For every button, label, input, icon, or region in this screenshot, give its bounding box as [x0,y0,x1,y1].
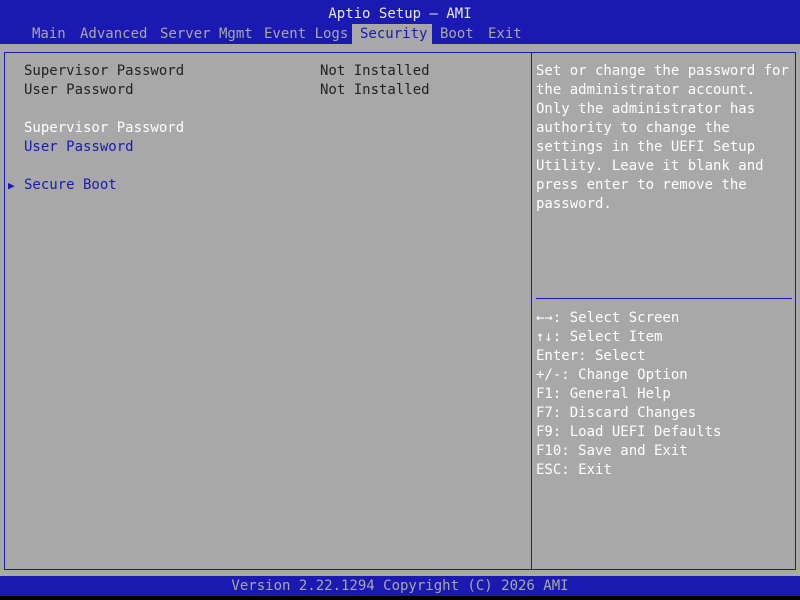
help-line: password. [536,196,612,212]
tab-advanced[interactable]: Advanced [72,24,155,44]
title-bar: Aptio Setup – AMI Main Advanced Server M… [0,0,800,44]
key-hint-save-exit: F10: Save and Exit [536,443,688,459]
tab-boot[interactable]: Boot [432,24,482,44]
help-line: Utility. Leave it blank and [536,158,764,174]
setup-frame: Supervisor Password Not Installed User P… [0,44,800,576]
tab-exit[interactable]: Exit [480,24,530,44]
right-triangle-icon: ▶ [8,179,15,192]
tab-security[interactable]: Security [352,24,432,44]
key-hint-general-help: F1: General Help [536,386,671,402]
help-line: authority to change the [536,120,730,136]
key-hint-load-defaults: F9: Load UEFI Defaults [536,424,722,440]
tab-bar: Main Advanced Server Mgmt Event Logs Sec… [0,24,800,44]
app-title: Aptio Setup – AMI [328,6,472,22]
key-hint-change-option: +/-: Change Option [536,367,688,383]
help-line: Only the administrator has [536,101,756,117]
setting-supervisor-password-value: Not Installed [320,63,430,79]
key-hint-enter: Enter: Select [536,348,646,364]
help-divider [536,298,792,299]
help-line: settings in the UEFI Setup [536,139,756,155]
tab-event-logs[interactable]: Event Logs [256,24,356,44]
key-hint-esc-exit: ESC: Exit [536,462,612,478]
version-copyright: Version 2.22.1294 Copyright (C) 2026 AMI [231,578,569,594]
help-line: Set or change the password for [536,63,789,79]
key-hint-select-item: ↑↓: Select Item [536,329,663,345]
panel-divider [531,52,532,570]
setting-supervisor-password-label: Supervisor Password [24,63,185,79]
help-line: the administrator account. [536,82,756,98]
option-user-password[interactable]: User Password [24,138,134,157]
submenu-secure-boot[interactable]: Secure Boot [24,176,117,195]
footer-bar: Version 2.22.1294 Copyright (C) 2026 AMI [0,576,800,596]
tab-main[interactable]: Main [24,24,74,44]
setting-user-password-label: User Password [24,82,134,98]
key-hint-select-screen: ←→: Select Screen [536,310,680,326]
option-supervisor-password[interactable]: Supervisor Password [24,119,184,138]
setting-user-password-value: Not Installed [320,82,430,98]
tab-server-mgmt[interactable]: Server Mgmt [152,24,261,44]
key-hint-discard-changes: F7: Discard Changes [536,405,697,421]
help-line: press enter to remove the [536,177,747,193]
